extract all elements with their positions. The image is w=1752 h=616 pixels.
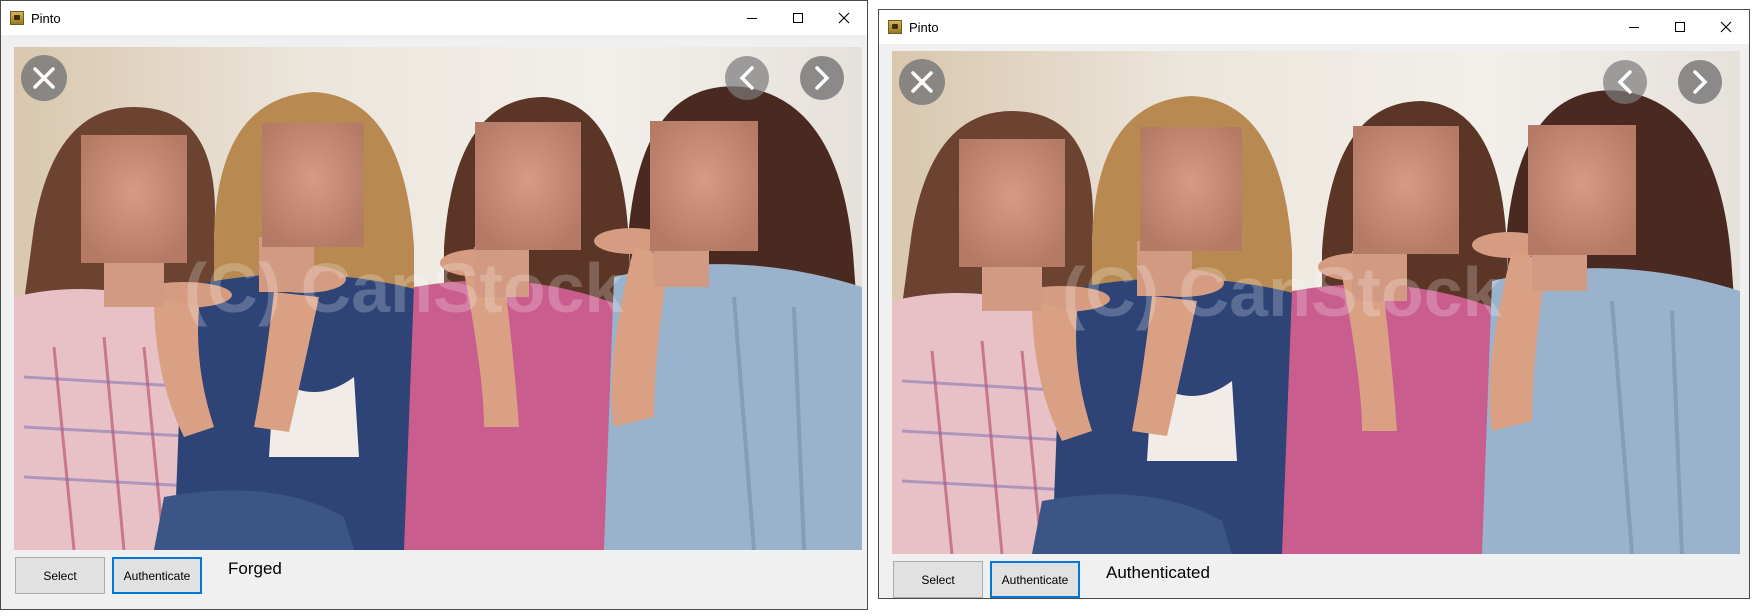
overlay-next-button[interactable]: [800, 56, 844, 100]
close-icon: [1720, 21, 1732, 33]
overlay-prev-button[interactable]: [1603, 60, 1647, 104]
close-window-button[interactable]: [1703, 10, 1749, 44]
maximize-button[interactable]: [1657, 10, 1703, 44]
watermark: (C) CanStock: [184, 249, 624, 327]
app-window-forged: Pinto (C) CanStock Select Authenticate F…: [0, 0, 868, 610]
watermark: (C) CanStock: [1062, 253, 1502, 331]
maximize-icon: [1675, 22, 1685, 32]
close-window-button[interactable]: [821, 1, 867, 35]
minimize-button[interactable]: [729, 1, 775, 35]
group-photo-image: (C) CanStock: [14, 47, 862, 550]
close-icon: [838, 12, 850, 24]
overlay-prev-button[interactable]: [725, 56, 769, 100]
app-icon: [888, 20, 902, 34]
overlay-close-button[interactable]: [21, 55, 67, 101]
authenticate-button[interactable]: Authenticate: [112, 557, 202, 594]
select-button[interactable]: Select: [893, 561, 983, 598]
photo-display: (C) CanStock: [14, 47, 862, 550]
result-label: Authenticated: [1106, 563, 1210, 582]
title-bar[interactable]: Pinto: [1, 1, 867, 35]
photo-display: (C) CanStock: [892, 51, 1740, 554]
window-controls: [729, 1, 867, 35]
minimize-icon: [747, 18, 757, 19]
title-bar[interactable]: Pinto: [879, 10, 1749, 44]
maximize-icon: [793, 13, 803, 23]
maximize-button[interactable]: [775, 1, 821, 35]
window-controls: [1611, 10, 1749, 44]
minimize-icon: [1629, 27, 1639, 28]
app-icon: [10, 11, 24, 25]
window-title: Pinto: [31, 10, 61, 26]
result-label: Forged: [228, 559, 282, 578]
select-button[interactable]: Select: [15, 557, 105, 594]
app-window-authenticated: Pinto (C) CanStock Select Authenticate A…: [878, 9, 1750, 599]
minimize-button[interactable]: [1611, 10, 1657, 44]
group-photo-image: (C) CanStock: [892, 51, 1740, 554]
authenticate-button[interactable]: Authenticate: [990, 561, 1080, 598]
overlay-close-button[interactable]: [899, 59, 945, 105]
window-title: Pinto: [909, 19, 939, 35]
overlay-next-button[interactable]: [1678, 60, 1722, 104]
